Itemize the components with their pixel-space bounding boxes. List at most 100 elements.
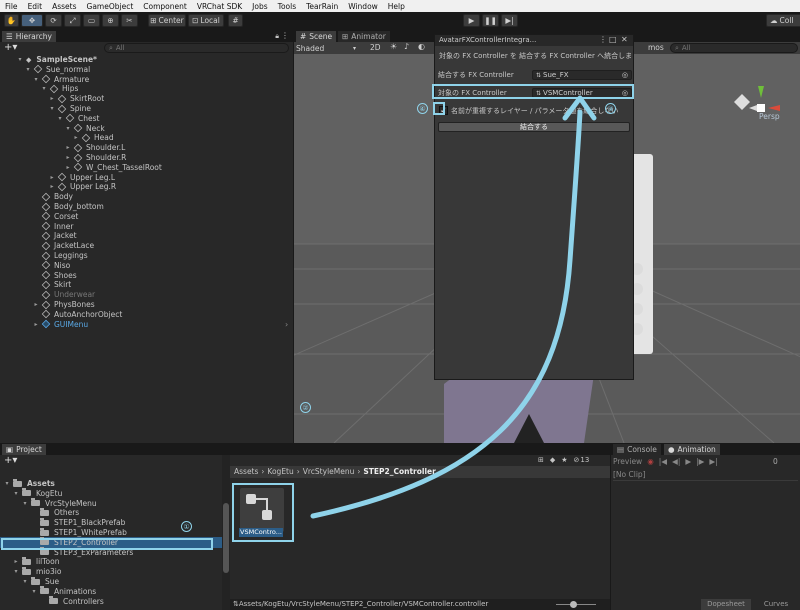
tab-animation[interactable]: ● Animation — [664, 444, 720, 455]
scene-search-input[interactable]: ⌕ All — [670, 43, 798, 53]
scale-tool-icon[interactable]: ⤢ — [64, 14, 81, 27]
record-icon[interactable]: ◉ — [647, 457, 654, 466]
tab-console[interactable]: ▤ Console — [613, 444, 661, 455]
next-key-icon[interactable]: |▶ — [696, 457, 704, 466]
collapsed-arrow-icon[interactable]: ▸ — [64, 144, 72, 151]
expanded-arrow-icon[interactable]: ▾ — [30, 588, 38, 595]
menu-item-tools[interactable]: Tools — [273, 2, 301, 11]
tab-project[interactable]: ▣ Project — [2, 444, 46, 455]
tab-scene[interactable]: # Scene — [296, 31, 337, 42]
frame-field[interactable]: 0 — [773, 457, 778, 466]
transform-tool-icon[interactable]: ⊕ — [102, 14, 119, 27]
lock-icon[interactable]: 🔒︎ — [275, 32, 279, 41]
preview-toggle[interactable]: Preview — [613, 457, 642, 466]
favorite-icon[interactable]: ★ — [561, 456, 567, 464]
move-tool-icon[interactable]: ✥ — [21, 14, 43, 27]
collapsed-arrow-icon[interactable]: ▸ — [32, 301, 40, 308]
effects-toggle-icon[interactable]: ◐ — [418, 42, 425, 51]
clip-dropdown[interactable]: [No Clip] — [613, 470, 693, 480]
expanded-arrow-icon[interactable]: ▾ — [32, 76, 40, 83]
collapsed-arrow-icon[interactable]: ▸ — [48, 95, 56, 102]
tree-scrollbar-thumb[interactable] — [223, 503, 229, 573]
merge-button[interactable]: 結合する — [438, 122, 630, 132]
expanded-arrow-icon[interactable]: ▾ — [12, 490, 20, 497]
rect-tool-icon[interactable]: ▭ — [83, 14, 100, 27]
tab-dopesheet[interactable]: Dopesheet — [701, 599, 751, 610]
shading-dropdown[interactable]: Shaded ▾ — [296, 43, 356, 53]
expanded-arrow-icon[interactable]: ▾ — [3, 480, 11, 487]
menu-item-vrchat-sdk[interactable]: VRChat SDK — [192, 2, 247, 11]
step-button[interactable]: ▶| — [501, 14, 518, 27]
menu-item-file[interactable]: File — [0, 2, 23, 11]
menu-item-assets[interactable]: Assets — [47, 2, 81, 11]
collapsed-arrow-icon[interactable]: ▸ — [72, 134, 80, 141]
play-button[interactable]: ▶ — [463, 14, 480, 27]
collapsed-arrow-icon[interactable]: ▸ — [48, 183, 56, 190]
create-asset-button[interactable]: +▾ — [4, 455, 17, 466]
first-key-icon[interactable]: |◀ — [659, 457, 667, 466]
menu-item-component[interactable]: Component — [138, 2, 192, 11]
expanded-arrow-icon[interactable]: ▾ — [24, 66, 32, 73]
gizmos-dropdown[interactable]: mos — [648, 43, 664, 52]
add-object-button[interactable]: +▾ — [4, 42, 17, 53]
fx-window-menu-icon[interactable]: ⋮ — [599, 35, 607, 44]
expanded-arrow-icon[interactable]: ▾ — [12, 568, 20, 575]
object-picker-icon[interactable]: ◎ — [622, 71, 628, 79]
expanded-arrow-icon[interactable]: ▾ — [48, 105, 56, 112]
play-icon[interactable]: ▶ — [685, 457, 691, 466]
menu-item-tearrain[interactable]: TearRain — [301, 2, 343, 11]
breadcrumb-vrcstylemenu[interactable]: VrcStyleMenu — [303, 467, 355, 476]
hierarchy-item[interactable]: ▸ GUIMenu — [32, 319, 88, 330]
expanded-arrow-icon[interactable]: ▾ — [40, 85, 48, 92]
persp-label[interactable]: Persp — [759, 112, 780, 121]
hierarchy-search-input[interactable]: ⌕ All — [104, 43, 289, 53]
pivot-center-button[interactable]: ⊞ Center — [148, 14, 186, 27]
collapsed-arrow-icon[interactable]: ▸ — [48, 174, 56, 181]
expanded-arrow-icon[interactable]: ▾ — [21, 578, 29, 585]
collapsed-arrow-icon[interactable]: ▸ — [64, 164, 72, 171]
hidden-packages-toggle[interactable]: ⊘ 13 — [574, 456, 590, 464]
gameobject-icon — [57, 94, 67, 103]
menu-item-gameobject[interactable]: GameObject — [82, 2, 139, 11]
pause-button[interactable]: ❚❚ — [482, 14, 499, 27]
expanded-arrow-icon[interactable]: ▾ — [64, 125, 72, 132]
last-key-icon[interactable]: ▶| — [709, 457, 717, 466]
light-toggle-icon[interactable]: ☀ — [390, 42, 397, 51]
filter-label-icon[interactable]: ◆ — [550, 456, 555, 464]
breadcrumb-step2[interactable]: STEP2_Controller — [363, 467, 435, 476]
tree-scrollbar[interactable] — [222, 455, 230, 610]
collapsed-arrow-icon[interactable]: ▸ — [64, 154, 72, 161]
gui-menu-expand-icon[interactable]: › — [285, 320, 288, 329]
close-icon[interactable]: ✕ — [621, 35, 628, 44]
grid-snap-icon[interactable]: # — [228, 14, 243, 27]
mode-2d-toggle[interactable]: 2D — [370, 43, 381, 52]
filter-type-icon[interactable]: ⊞ — [538, 456, 544, 464]
custom-tool-icon[interactable]: ✂ — [121, 14, 138, 27]
menu-item-jobs[interactable]: Jobs — [247, 2, 272, 11]
thumbnail-size-slider-handle[interactable] — [570, 601, 577, 608]
fx-field1-object-field[interactable]: ⇅ Sue_FX ◎ — [532, 70, 632, 80]
collapsed-arrow-icon[interactable]: ▸ — [12, 558, 20, 565]
maximize-icon[interactable]: □ — [609, 35, 617, 44]
menu-item-edit[interactable]: Edit — [23, 2, 48, 11]
rotate-tool-icon[interactable]: ⟳ — [45, 14, 62, 27]
collapsed-arrow-icon[interactable]: ▸ — [32, 321, 40, 328]
tab-curves[interactable]: Curves — [756, 599, 796, 610]
menu-item-help[interactable]: Help — [383, 2, 410, 11]
expanded-arrow-icon[interactable]: ▾ — [21, 500, 29, 507]
project-folder-item[interactable]: Controllers — [0, 596, 222, 607]
prev-key-icon[interactable]: ◀| — [672, 457, 680, 466]
breadcrumb-kogetu[interactable]: KogEtu — [267, 467, 293, 476]
pivot-local-button[interactable]: ⊡ Local — [188, 14, 224, 27]
menu-item-window[interactable]: Window — [343, 2, 383, 11]
audio-toggle-icon[interactable]: ♪ — [404, 42, 409, 51]
tab-hierarchy[interactable]: ☰ Hierarchy — [2, 31, 56, 42]
hand-tool-icon[interactable]: ✋ — [4, 14, 19, 27]
expanded-arrow-icon[interactable]: ▾ — [56, 115, 64, 122]
expanded-arrow-icon[interactable]: ▾ — [16, 56, 24, 63]
breadcrumb-assets[interactable]: Assets — [234, 467, 258, 476]
tab-animator[interactable]: ⊞ Animator — [338, 31, 390, 42]
animation-clip-icon: ● — [668, 445, 675, 454]
kebab-menu-icon[interactable]: ⋮ — [281, 31, 289, 40]
collab-button[interactable]: ☁ Coll — [766, 14, 800, 27]
